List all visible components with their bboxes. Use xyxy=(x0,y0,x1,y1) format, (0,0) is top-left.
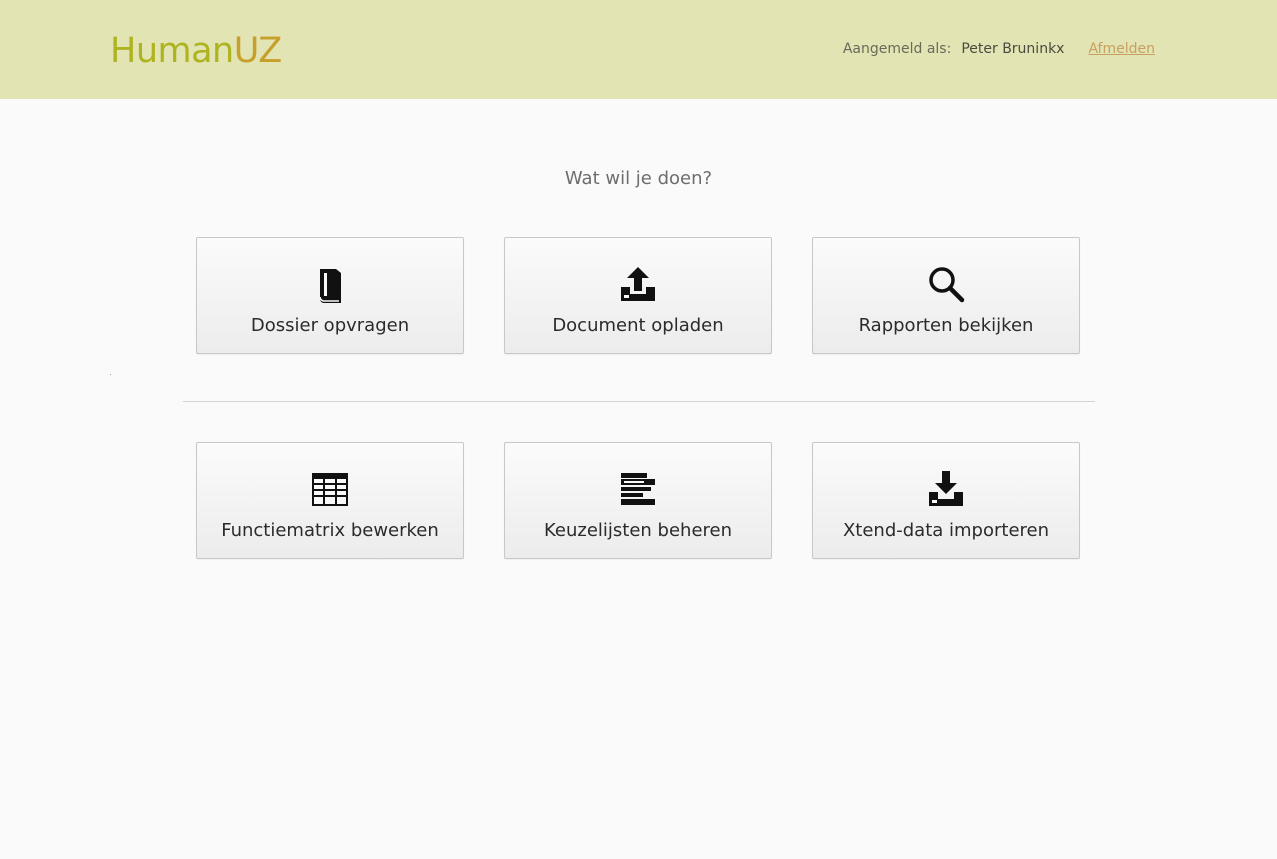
logo-text-human: Human xyxy=(110,31,234,71)
user-info: Aangemeld als: Peter Bruninkx Afmelden xyxy=(843,40,1155,58)
tile-dossier-opvragen[interactable]: Dossier opvragen xyxy=(196,237,464,354)
list-icon xyxy=(621,473,655,505)
tile-label: Functiematrix bewerken xyxy=(221,520,439,541)
search-icon xyxy=(929,267,965,303)
tile-keuzelijsten-beheren[interactable]: Keuzelijsten beheren xyxy=(504,442,772,559)
tile-functiematrix-bewerken[interactable]: Functiematrix bewerken xyxy=(196,442,464,559)
tile-rapporten-bekijken[interactable]: Rapporten bekijken xyxy=(812,237,1080,354)
user-name: Peter Bruninkx xyxy=(961,41,1065,57)
logged-in-label: Aangemeld als: xyxy=(842,41,952,57)
upload-icon xyxy=(621,267,655,301)
logo-text-uz: UZ xyxy=(233,31,282,71)
stray-dot xyxy=(110,374,111,375)
book-icon xyxy=(319,269,341,303)
table-icon xyxy=(312,473,348,506)
tile-document-opladen[interactable]: Document opladen xyxy=(504,237,772,354)
download-icon xyxy=(929,471,963,506)
header-bar: HumanUZ Aangemeld als: Peter Bruninkx Af… xyxy=(0,0,1277,99)
tile-label: Dossier opvragen xyxy=(250,315,410,336)
logout-link[interactable]: Afmelden xyxy=(1088,40,1155,58)
app-logo[interactable]: HumanUZ xyxy=(110,30,282,72)
section-divider xyxy=(183,401,1095,402)
tile-label: Document opladen xyxy=(552,315,724,336)
page-prompt: Wat wil je doen? xyxy=(564,168,713,189)
tile-label: Xtend-data importeren xyxy=(842,520,1050,541)
tile-label: Keuzelijsten beheren xyxy=(543,520,733,541)
tile-xtend-data-importeren[interactable]: Xtend-data importeren xyxy=(812,442,1080,559)
tile-label: Rapporten bekijken xyxy=(858,315,1034,336)
